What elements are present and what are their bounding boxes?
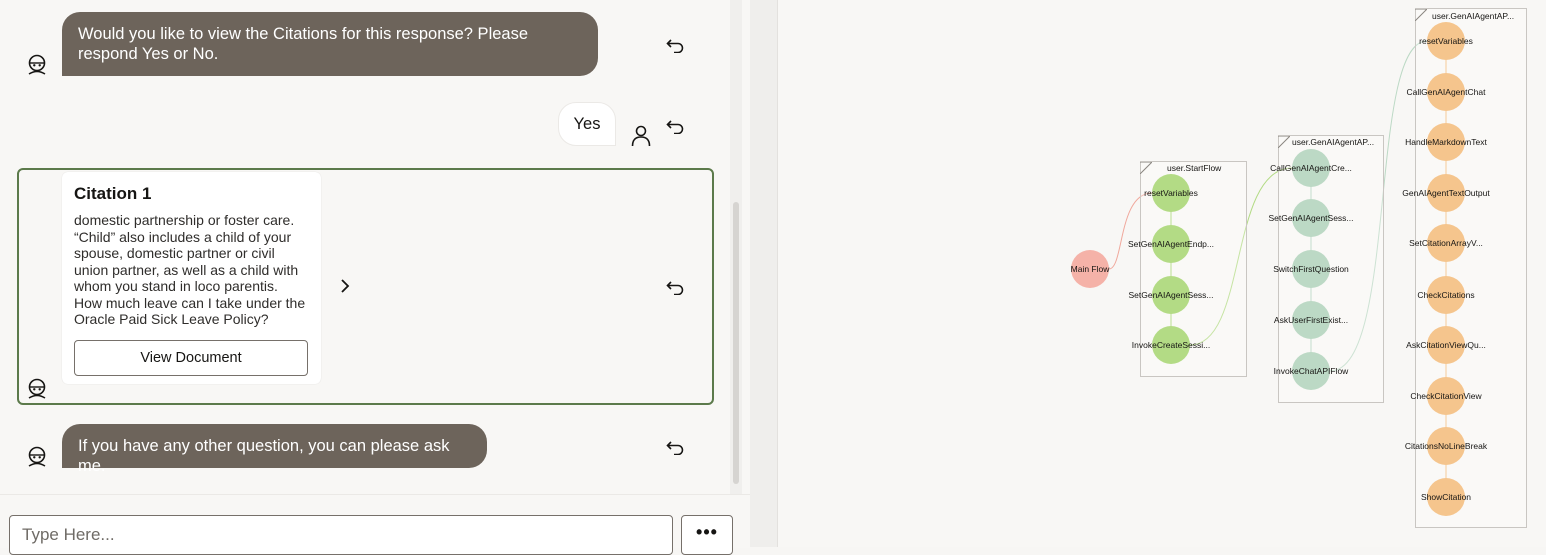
flow-node-label: SwitchFirstQuestion [1273, 264, 1349, 274]
message-composer: ••• [0, 494, 750, 555]
flow-node-label: SetCitationArrayV... [1409, 238, 1483, 248]
bot-message: Would you like to view the Citations for… [62, 12, 598, 76]
citation-text: domestic partnership or foster care. “Ch… [74, 212, 306, 327]
flow-node-label: CallGenAIAgentCre... [1270, 163, 1352, 173]
flow-node-label: AskCitationViewQu... [1406, 340, 1486, 350]
flow-node-label: GenAIAgentTextOutput [1402, 188, 1490, 198]
flow-node-label: SetGenAIAgentSess... [1268, 213, 1354, 223]
view-document-button[interactable]: View Document [74, 340, 308, 376]
flow-node-label: CitationsNoLineBreak [1404, 441, 1488, 451]
flow-node-label: resetVariables [1144, 188, 1198, 198]
flow-node-label: CheckCitations [1417, 290, 1475, 300]
citation-title: Citation 1 [74, 184, 152, 203]
reply-icon[interactable] [666, 439, 684, 456]
group-collapse-icon[interactable] [1277, 135, 1291, 149]
user-avatar-icon [629, 124, 653, 148]
panel-divider[interactable] [750, 0, 778, 547]
flow-node-label: AskUserFirstExist... [1273, 315, 1349, 325]
flow-node-label: CheckCitationView [1410, 391, 1482, 401]
flow-node-label: SetGenAIAgentSess... [1128, 290, 1214, 300]
flow-node-label: resetVariables [1419, 36, 1473, 46]
flow-group-title: user.StartFlow [1167, 163, 1222, 173]
message-input[interactable] [9, 515, 673, 555]
bot-avatar-icon [25, 53, 49, 77]
bot-message: If you have any other question, you can … [62, 424, 487, 475]
reply-icon[interactable] [666, 279, 684, 296]
group-collapse-icon[interactable] [1414, 8, 1428, 22]
flow-node-label: Main Flow [1070, 264, 1110, 274]
chat-panel: Would you like to view the Citations for… [0, 0, 750, 555]
flow-node-label: SetGenAIAgentEndp... [1127, 239, 1215, 249]
flow-node-label: InvokeCreateSessi... [1131, 340, 1211, 350]
user-message: Yes [558, 102, 616, 146]
citation-card: Citation 1 domestic partnership or foste… [62, 172, 321, 384]
flow-group-title: user.GenAIAgentAP... [1432, 11, 1515, 21]
reply-icon[interactable] [666, 37, 684, 54]
flow-canvas[interactable]: Main Flow user.StartFlow resetVariables … [778, 0, 1546, 547]
bot-avatar-icon [25, 445, 49, 469]
flow-group-title: user.GenAIAgentAP... [1292, 137, 1375, 147]
flow-node-label: InvokeChatAPIFlow [1273, 366, 1349, 376]
more-options-button[interactable]: ••• [681, 515, 733, 555]
reply-icon[interactable] [666, 118, 684, 135]
flow-node-label: HandleMarkdownText [1405, 137, 1487, 147]
group-collapse-icon[interactable] [1139, 161, 1153, 175]
chevron-right-icon[interactable] [339, 278, 351, 294]
flow-node-label: ShowCitation [1420, 492, 1472, 502]
bot-avatar-icon [25, 377, 49, 401]
flow-node-label: CallGenAIAgentChat [1406, 87, 1486, 97]
chat-scrollbar-thumb[interactable] [733, 202, 739, 484]
